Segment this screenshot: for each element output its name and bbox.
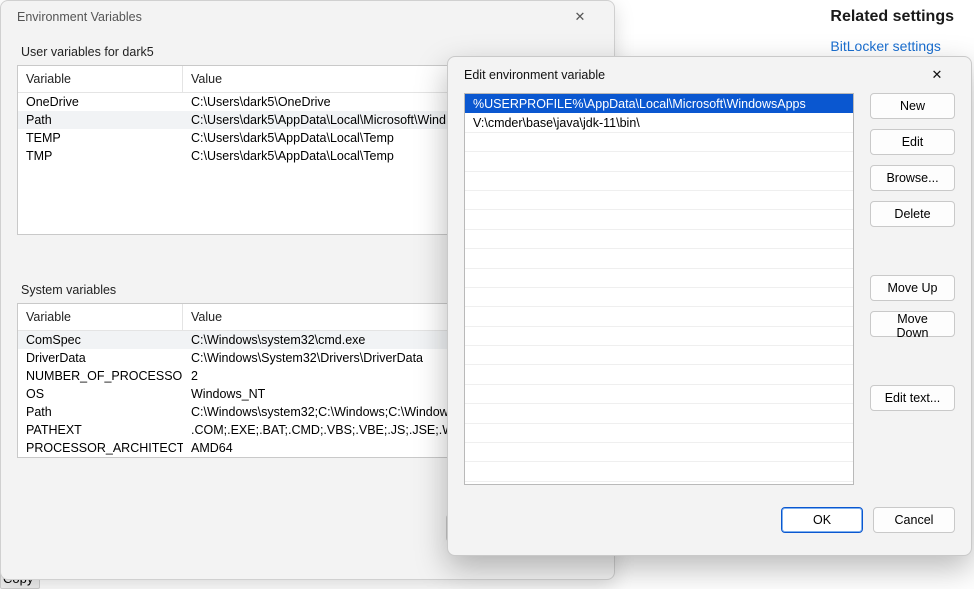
env-titlebar: Environment Variables ✕: [1, 1, 614, 33]
list-item-empty[interactable]: .: [465, 365, 853, 384]
cancel-button[interactable]: Cancel: [873, 507, 955, 533]
list-item[interactable]: V:\cmder\base\java\jdk-11\bin\: [465, 113, 853, 132]
related-settings-title: Related settings: [830, 8, 954, 26]
delete-button[interactable]: Delete: [870, 201, 955, 227]
column-header-variable[interactable]: Variable: [18, 304, 183, 330]
list-item-empty[interactable]: .: [465, 404, 853, 423]
list-item-empty[interactable]: .: [465, 385, 853, 404]
edit-window-title: Edit environment variable: [464, 68, 919, 82]
list-item-empty[interactable]: .: [465, 172, 853, 191]
bitlocker-link[interactable]: BitLocker settings: [830, 38, 954, 54]
list-item-empty[interactable]: .: [465, 152, 853, 171]
close-icon[interactable]: ✕: [562, 9, 598, 25]
cell-variable: NUMBER_OF_PROCESSORS: [18, 367, 183, 385]
edit-environment-variable-dialog: Edit environment variable ✕ %USERPROFILE…: [447, 56, 972, 556]
cell-variable: TEMP: [18, 129, 183, 147]
list-item-empty[interactable]: .: [465, 230, 853, 249]
browse-button[interactable]: Browse...: [870, 165, 955, 191]
list-item-empty[interactable]: .: [465, 327, 853, 346]
ok-button[interactable]: OK: [781, 507, 863, 533]
list-item-empty[interactable]: .: [465, 307, 853, 326]
edit-text-button[interactable]: Edit text...: [870, 385, 955, 411]
cell-variable: PATHEXT: [18, 421, 183, 439]
move-up-button[interactable]: Move Up: [870, 275, 955, 301]
cell-variable: Path: [18, 111, 183, 129]
list-item[interactable]: %USERPROFILE%\AppData\Local\Microsoft\Wi…: [465, 94, 853, 113]
cell-variable: PROCESSOR_ARCHITECTURE: [18, 439, 183, 457]
new-button[interactable]: New: [870, 93, 955, 119]
list-item-empty[interactable]: .: [465, 443, 853, 462]
list-item-empty[interactable]: .: [465, 462, 853, 481]
list-item-empty[interactable]: .: [465, 191, 853, 210]
column-header-variable[interactable]: Variable: [18, 66, 183, 92]
list-item-empty[interactable]: .: [465, 133, 853, 152]
list-item-empty[interactable]: .: [465, 249, 853, 268]
list-item-empty[interactable]: .: [465, 424, 853, 443]
close-icon[interactable]: ✕: [919, 67, 955, 83]
spacer: [870, 347, 955, 375]
cell-variable: OS: [18, 385, 183, 403]
cell-variable: ComSpec: [18, 331, 183, 349]
cell-variable: DriverData: [18, 349, 183, 367]
edit-side-buttons: New Edit Browse... Delete Move Up Move D…: [870, 93, 955, 485]
path-entries-list[interactable]: %USERPROFILE%\AppData\Local\Microsoft\Wi…: [464, 93, 854, 485]
list-item-empty[interactable]: .: [465, 346, 853, 365]
list-item-empty[interactable]: .: [465, 210, 853, 229]
edit-button[interactable]: Edit: [870, 129, 955, 155]
env-window-title: Environment Variables: [17, 10, 562, 24]
spacer: [870, 237, 955, 265]
move-down-button[interactable]: Move Down: [870, 311, 955, 337]
cell-variable: Path: [18, 403, 183, 421]
list-item-empty[interactable]: .: [465, 269, 853, 288]
cell-variable: OneDrive: [18, 93, 183, 111]
related-settings-section: Related settings BitLocker settings: [830, 8, 954, 54]
edit-titlebar: Edit environment variable ✕: [448, 57, 971, 93]
list-item-empty[interactable]: .: [465, 288, 853, 307]
cell-variable: TMP: [18, 147, 183, 165]
